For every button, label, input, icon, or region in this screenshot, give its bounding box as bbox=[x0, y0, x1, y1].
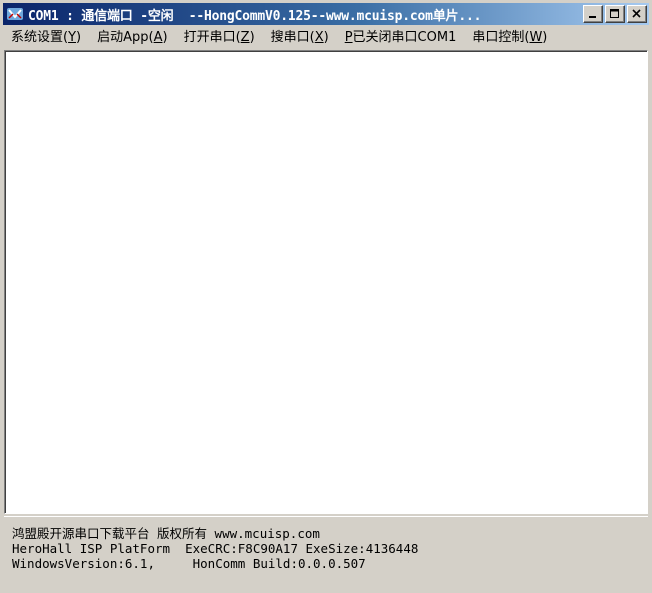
maximize-icon bbox=[610, 9, 619, 18]
menu-search-port[interactable]: 搜串口(X) bbox=[263, 28, 337, 48]
title-bar[interactable]: COM1 : 通信端口 -空闲 --HongCommV0.125--www.mc… bbox=[3, 3, 649, 25]
app-icon[interactable] bbox=[6, 6, 24, 22]
menu-start-app[interactable]: 启动App(A) bbox=[89, 28, 175, 48]
close-icon bbox=[632, 9, 641, 18]
menu-open-port[interactable]: 打开串口(Z) bbox=[176, 28, 263, 48]
close-button[interactable] bbox=[627, 5, 647, 23]
caption-buttons bbox=[581, 5, 647, 23]
menu-port-status[interactable]: P已关闭串口COM1 bbox=[337, 28, 465, 48]
window-title: COM1 : 通信端口 -空闲 --HongCommV0.125--www.mc… bbox=[28, 8, 482, 24]
menu-port-control[interactable]: 串口控制(W) bbox=[464, 28, 555, 48]
status-line-exe-info: HeroHall ISP PlatForm ExeCRC:F8C90A17 Ex… bbox=[12, 541, 419, 556]
status-line-copyright: 鸿盟殿开源串口下载平台 版权所有 www.mcuisp.com bbox=[12, 526, 320, 541]
status-panel: 鸿盟殿开源串口下载平台 版权所有 www.mcuisp.com HeroHall… bbox=[4, 516, 648, 588]
menu-system-settings[interactable]: 系统设置(Y) bbox=[3, 28, 89, 48]
menu-bar: 系统设置(Y) 启动App(A) 打开串口(Z) 搜串口(X) P已关闭串口CO… bbox=[3, 27, 649, 49]
maximize-button[interactable] bbox=[605, 5, 625, 23]
minimize-button[interactable] bbox=[583, 5, 603, 23]
minimize-icon bbox=[589, 16, 596, 18]
terminal-output-area[interactable] bbox=[4, 50, 648, 514]
status-line-version: WindowsVersion:6.1, HonComm Build:0.0.0.… bbox=[12, 556, 366, 571]
main-window: COM1 : 通信端口 -空闲 --HongCommV0.125--www.mc… bbox=[0, 0, 652, 593]
